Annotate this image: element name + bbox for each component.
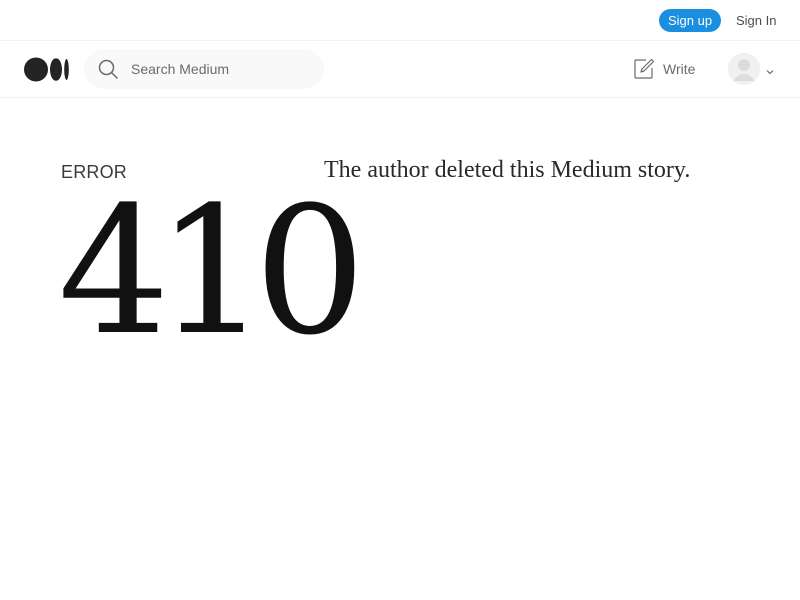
medium-logo-icon[interactable] (24, 57, 70, 82)
search-icon[interactable] (98, 59, 119, 80)
write-button[interactable]: Write (632, 57, 695, 81)
avatar-icon[interactable] (728, 53, 760, 85)
search-input[interactable] (131, 49, 311, 89)
error-code: 410 (58, 169, 366, 374)
error-message: The author deleted this Medium story. (324, 157, 691, 183)
write-label: Write (663, 61, 696, 77)
header-nav: Write (0, 41, 800, 98)
top-bar: Sign up Sign In (0, 0, 800, 41)
sign-in-link[interactable]: Sign In (736, 9, 776, 32)
write-icon (632, 57, 656, 81)
user-menu[interactable] (728, 53, 775, 85)
search-bar[interactable] (84, 49, 324, 89)
sign-up-button[interactable]: Sign up (659, 9, 721, 32)
chevron-down-icon[interactable] (765, 64, 775, 75)
